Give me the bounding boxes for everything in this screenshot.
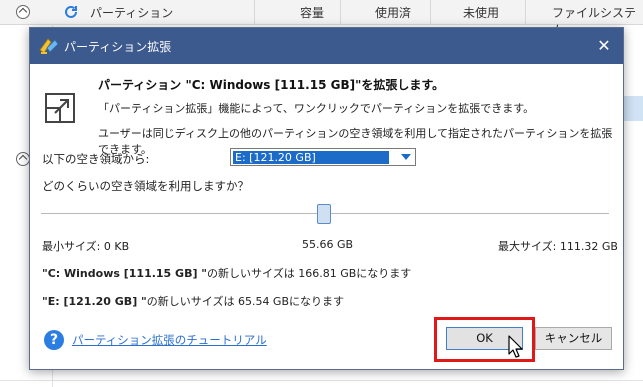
column-capacity[interactable]: 容量	[300, 4, 324, 21]
tutorial-link[interactable]: パーティション拡張のチュートリアル	[72, 332, 267, 348]
free-space-label: 以下の空き領域から:	[42, 152, 150, 166]
max-size-label: 最大サイズ: 111.32 GB	[498, 240, 618, 253]
free-space-select[interactable]: E: [121.20 GB]	[230, 148, 416, 166]
app-icon	[39, 38, 59, 54]
partition-list-header: パーティション 容量 使用済 未使用 ファイルシステム	[0, 0, 643, 37]
new-size-e: "E: [121.20 GB] "の新しいサイズは 65.54 GBになります	[42, 293, 344, 309]
dialog-heading: パーティション "C: Windows [111.15 GB]"を拡張します。	[98, 78, 445, 92]
collapse-up-icon[interactable]	[16, 5, 30, 19]
dialog-titlebar[interactable]: パーティション拡張 ✕	[30, 28, 623, 64]
new-size-e-partition: "E: [121.20 GB] "	[42, 295, 147, 308]
refresh-icon[interactable]	[63, 4, 79, 20]
extend-partition-icon	[45, 93, 75, 123]
column-unused[interactable]: 未使用	[463, 4, 499, 21]
how-much-label: どのくらいの空き領域を利用しますか？	[42, 179, 249, 193]
cancel-button[interactable]: キャンセル	[535, 327, 612, 350]
dialog-title: パーティション拡張	[64, 40, 172, 54]
collapse-up-icon[interactable]	[16, 152, 30, 166]
help-icon[interactable]: ?	[44, 330, 64, 350]
new-size-c-partition: "C: Windows [111.15 GB] "	[42, 267, 208, 280]
column-used[interactable]: 使用済	[375, 4, 411, 21]
min-size-label: 最小サイズ: 0 KB	[42, 240, 130, 253]
selected-size-label: 55.66 GB	[302, 238, 354, 251]
column-partition[interactable]: パーティション	[90, 4, 173, 21]
size-slider-thumb[interactable]	[317, 204, 331, 224]
close-icon[interactable]: ✕	[595, 37, 613, 55]
new-size-e-text: の新しいサイズは 65.54 GBになります	[146, 295, 345, 308]
new-size-c: "C: Windows [111.15 GB] "の新しいサイズは 166.81…	[42, 265, 411, 281]
row-divider	[0, 380, 643, 381]
new-size-c-text: の新しいサイズは 166.81 GBになります	[207, 267, 412, 280]
dropdown-arrow-icon[interactable]	[401, 154, 411, 160]
dialog-description-1: 「パーティション拡張」機能によって、ワンクリックでパーティションを拡張できます。	[98, 102, 535, 115]
extend-partition-dialog: パーティション拡張 ✕ パーティション "C: Windows [111.15 …	[29, 27, 624, 370]
mouse-cursor-icon	[508, 335, 523, 358]
free-space-selected-value: E: [121.20 GB]	[233, 151, 389, 164]
